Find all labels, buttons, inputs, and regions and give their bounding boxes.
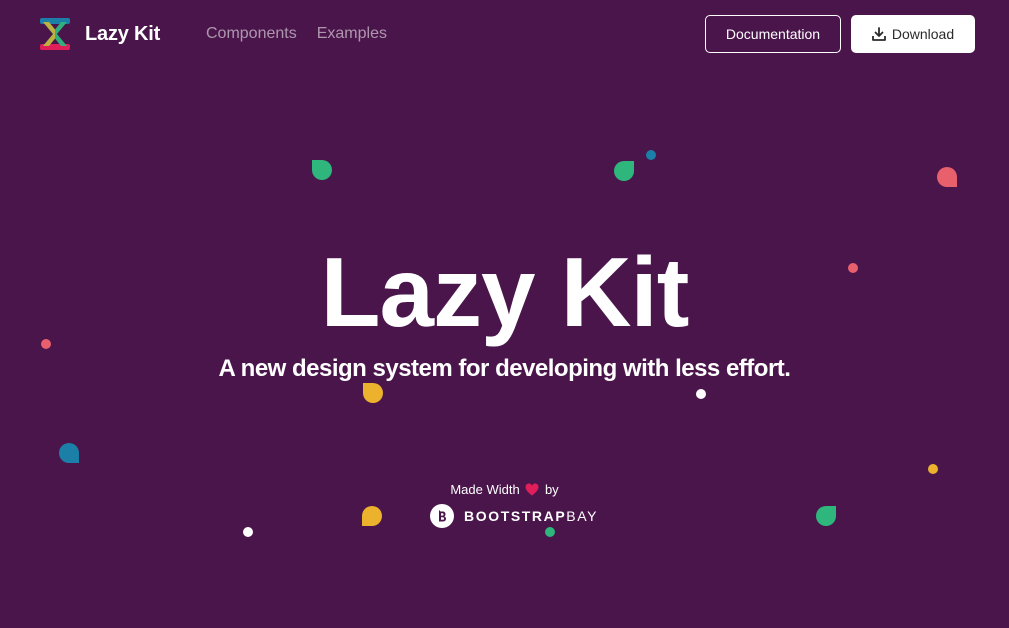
download-icon (871, 27, 886, 41)
brand-link[interactable]: Lazy Kit (40, 18, 160, 50)
bootstrapbay-wordmark-bold: BOOTSTRAP (464, 508, 567, 524)
documentation-button-label: Documentation (725, 26, 821, 42)
green-dot (545, 527, 555, 537)
yellow-dot (928, 464, 938, 474)
green-drop-shape (614, 161, 634, 181)
credit-prefix: Made Width (450, 482, 520, 497)
blue-dot (646, 150, 656, 160)
nav-links: Components Examples (206, 24, 387, 44)
nav-link-components[interactable]: Components (206, 24, 297, 44)
hero-subtitle: A new design system for developing with … (218, 355, 791, 382)
blue-drop-shape (59, 443, 79, 463)
bootstrapbay-logo-icon (430, 504, 454, 528)
documentation-button[interactable]: Documentation (705, 15, 841, 53)
download-button[interactable]: Download (851, 15, 975, 53)
made-with-credit: Made Width by (0, 481, 1009, 498)
bootstrapbay-wordmark: BOOTSTRAPBAY (464, 508, 598, 524)
green-drop-shape (816, 506, 836, 526)
navbar: Lazy Kit Components Examples Documentati… (0, 0, 1009, 68)
heart-icon (525, 483, 539, 496)
hero-title: Lazy Kit (320, 237, 690, 347)
green-drop-shape (312, 160, 332, 180)
yellow-drop-shape (363, 383, 383, 403)
lazy-kit-logo-icon (40, 18, 70, 50)
bootstrapbay-link[interactable]: BOOTSTRAPBAY (430, 504, 598, 528)
nav-link-examples[interactable]: Examples (317, 24, 387, 44)
bootstrapbay-wordmark-light: BAY (566, 508, 599, 524)
credit-suffix: by (544, 482, 559, 497)
download-button-label: Download (891, 26, 955, 42)
nav-actions: Documentation Download (705, 15, 975, 53)
white-dot (243, 527, 253, 537)
brand-name: Lazy Kit (85, 22, 161, 45)
white-dot (696, 389, 706, 399)
yellow-drop-shape (362, 506, 382, 526)
red-drop-shape (937, 167, 957, 187)
